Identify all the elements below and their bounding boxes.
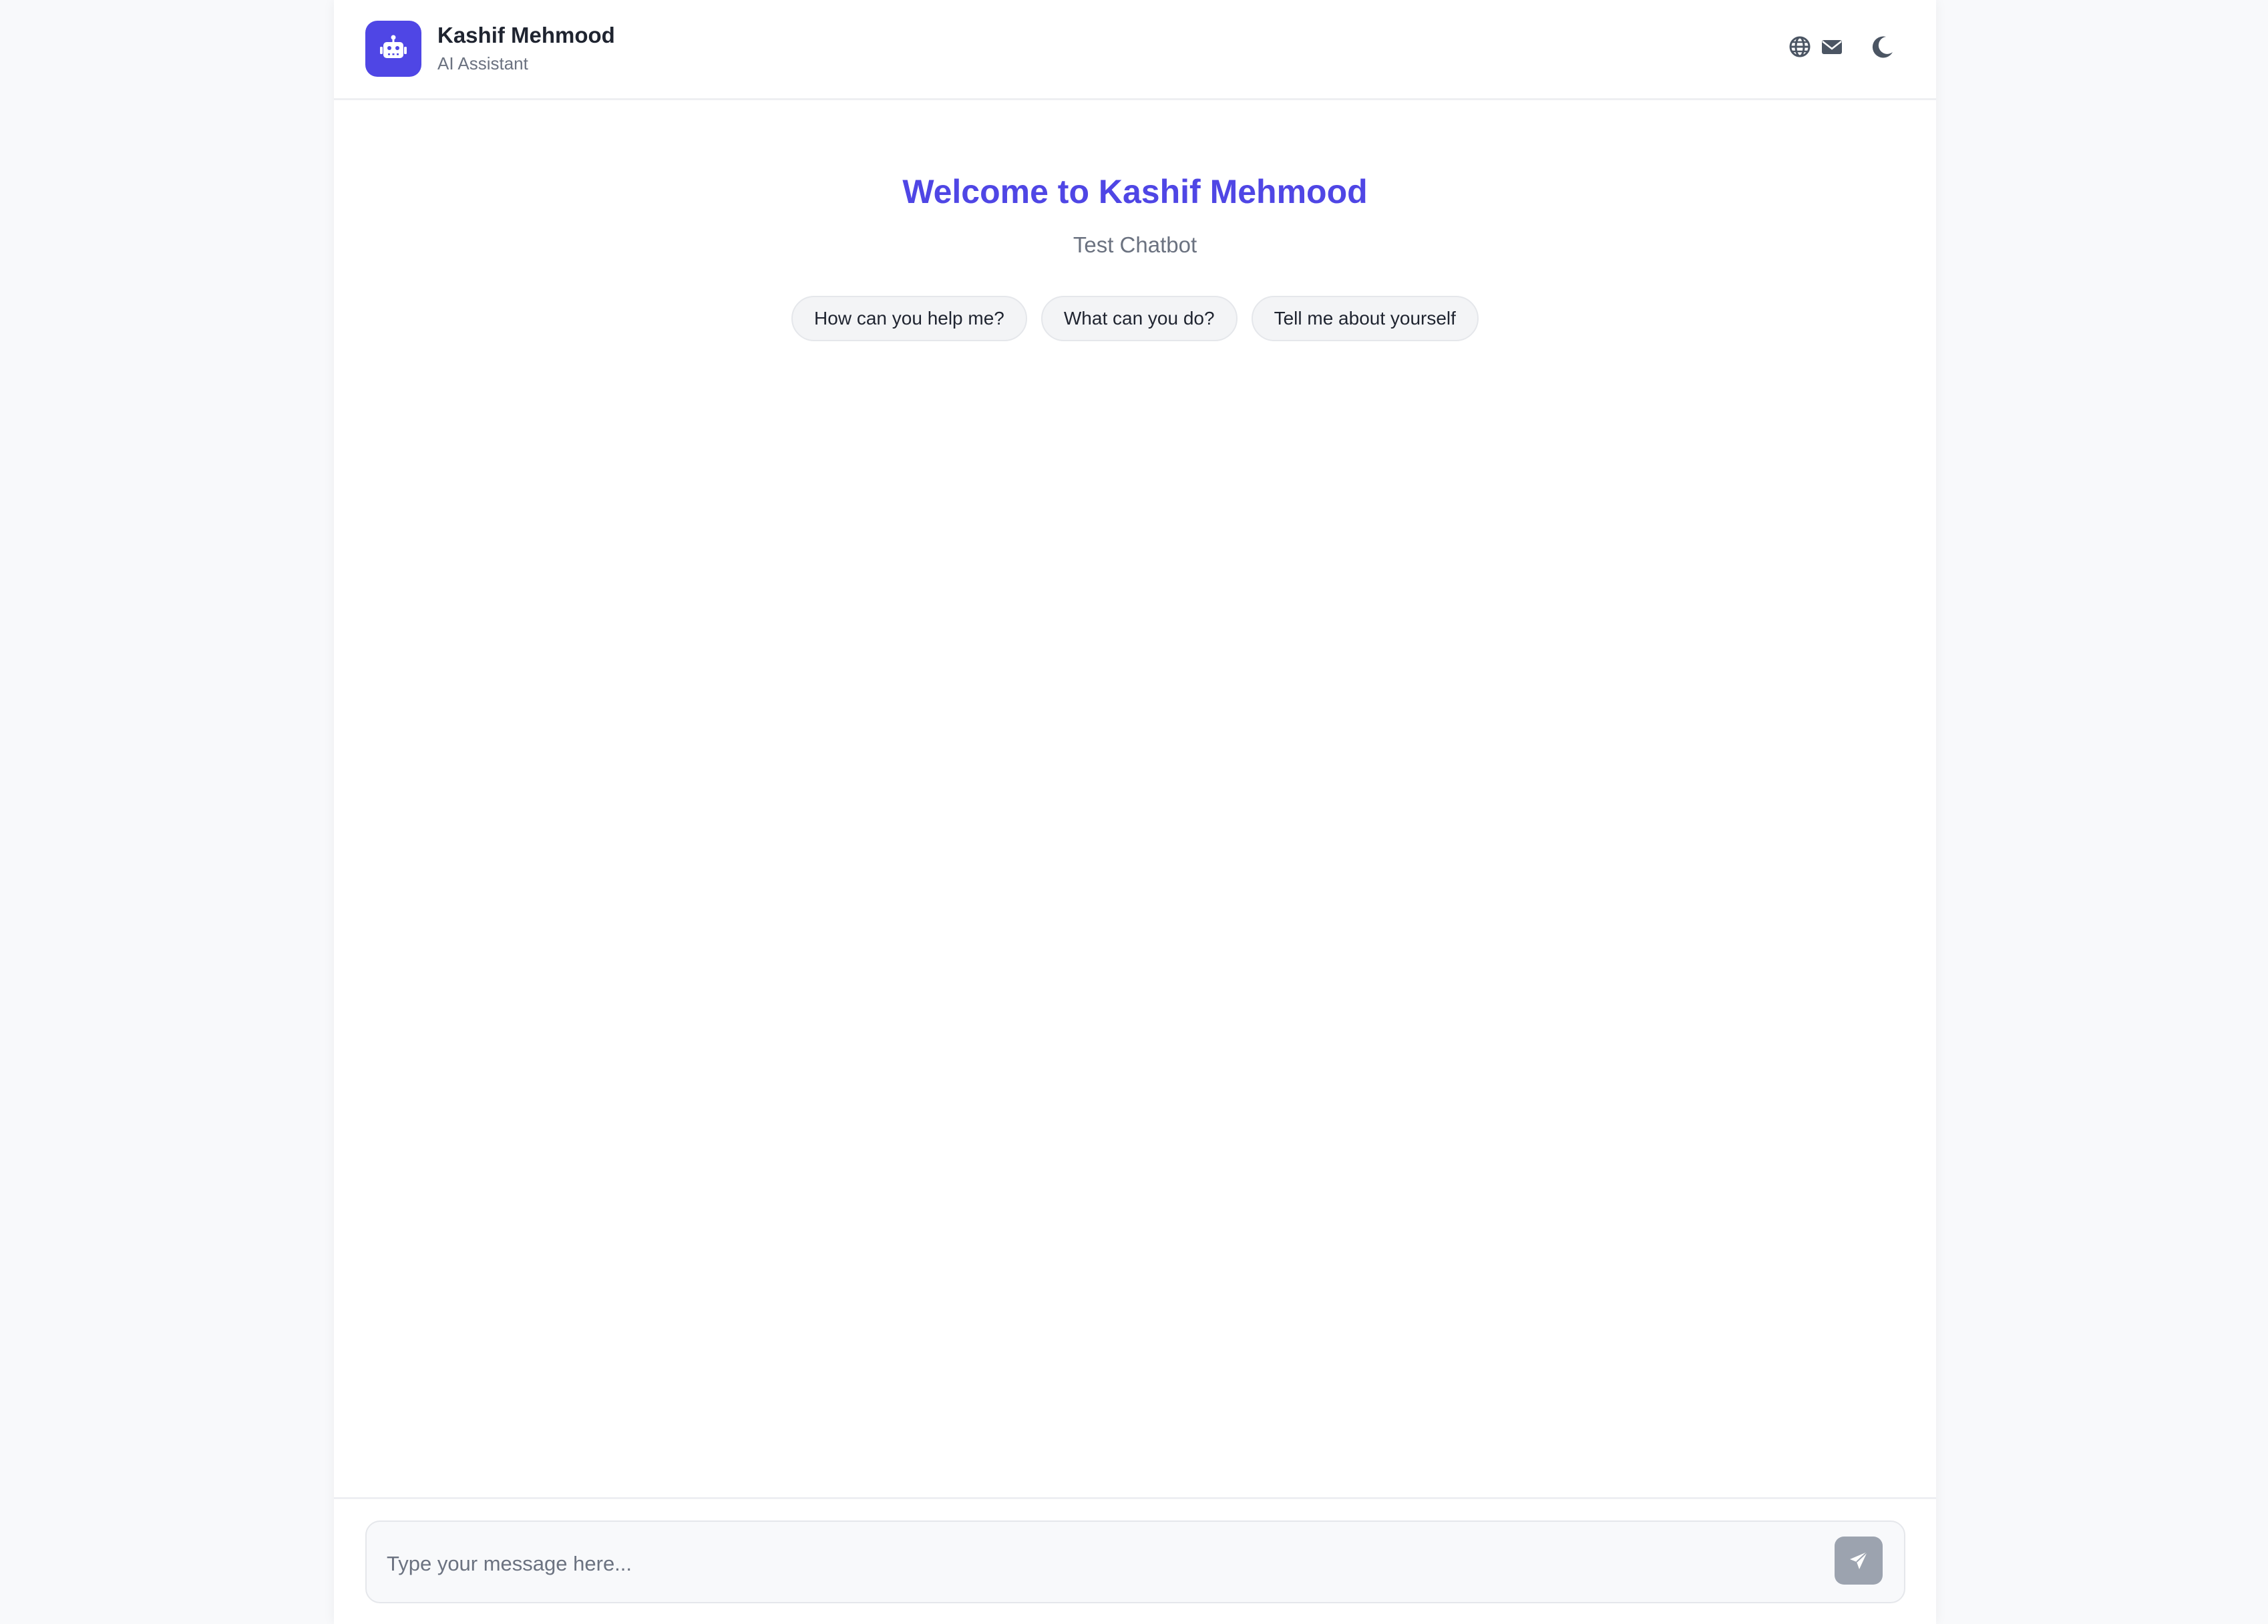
app-title: Kashif Mehmood — [437, 23, 615, 47]
message-input[interactable] — [387, 1541, 1843, 1587]
welcome-subtitle: Test Chatbot — [1073, 232, 1197, 257]
mail-icon[interactable] — [1819, 33, 1845, 60]
app-subtitle: AI Assistant — [437, 53, 528, 73]
chat-app: Kashif Mehmood AI Assistant Welcome to K… — [334, 0, 1936, 1624]
bot-avatar — [365, 21, 421, 77]
moon-icon[interactable] — [1869, 33, 1896, 60]
send-button[interactable] — [1835, 1537, 1883, 1585]
composer — [334, 1497, 1936, 1624]
welcome-title: Welcome to Kashif Mehmood — [902, 173, 1368, 210]
suggestion-chip-capabilities[interactable]: What can you do? — [1041, 296, 1238, 341]
chat-header: Kashif Mehmood AI Assistant — [334, 0, 1936, 100]
suggestion-chip-about[interactable]: Tell me about yourself — [1251, 296, 1479, 341]
suggestion-chip-help[interactable]: How can you help me? — [791, 296, 1027, 341]
suggestion-chips: How can you help me? What can you do? Te… — [334, 296, 1936, 341]
globe-icon[interactable] — [1786, 33, 1813, 60]
message-input-container — [365, 1520, 1905, 1603]
